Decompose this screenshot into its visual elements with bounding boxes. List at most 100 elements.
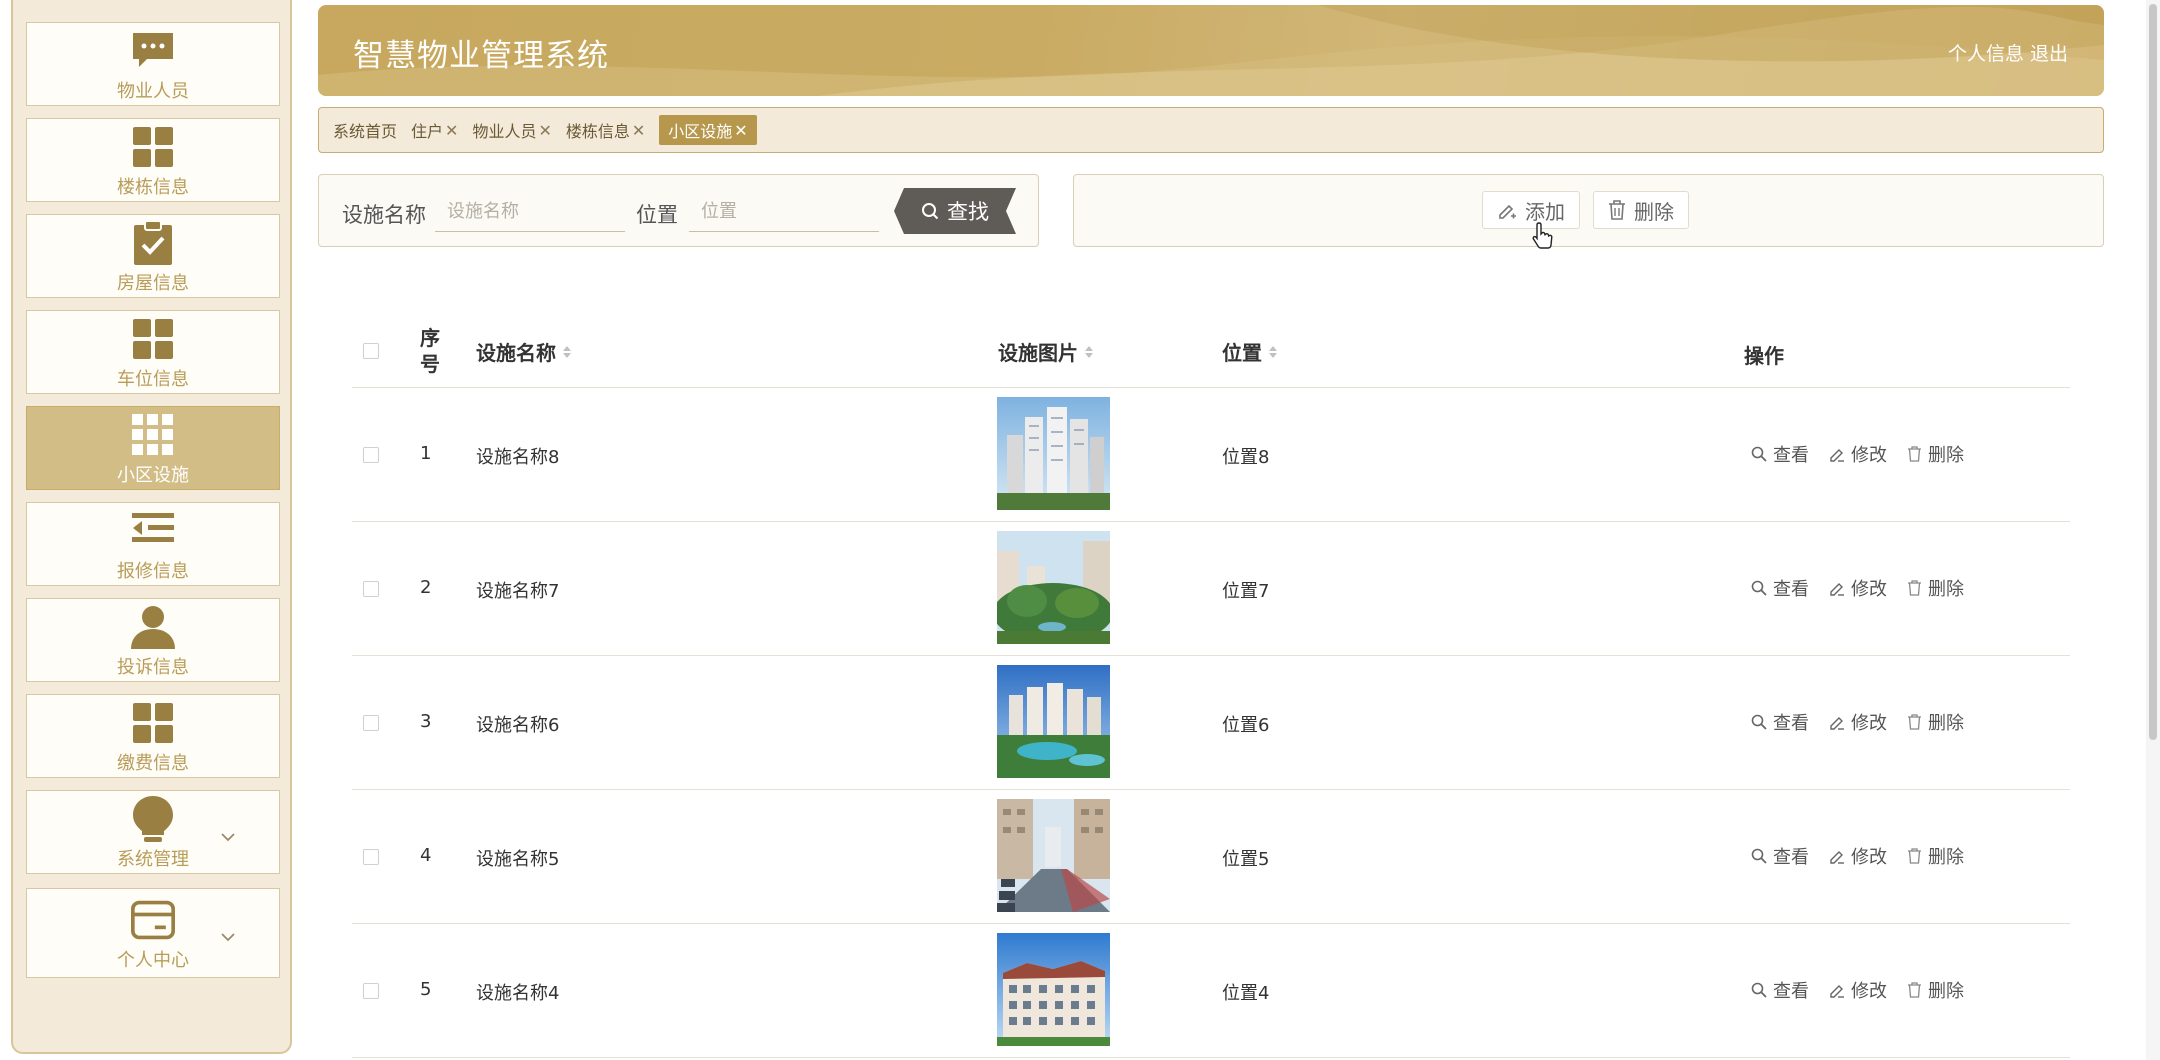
sidebar-item-parking[interactable]: 车位信息 — [26, 310, 280, 394]
trash-icon — [1908, 848, 1921, 864]
facility-image[interactable] — [997, 665, 1110, 778]
tab-label: 住户 — [411, 122, 444, 141]
page-scrollbar[interactable] — [2146, 0, 2160, 1060]
table-row: 5 设施名称4 位置4 查看 修改 删除 — [352, 924, 2070, 1058]
view-button[interactable]: 查看 — [1751, 843, 1809, 869]
sidebar: 物业人员 楼栋信息 房屋信息 车位信息 小区设施 报修信息 投诉信息 缴费信息 … — [11, 0, 292, 1054]
row-checkbox[interactable] — [363, 715, 379, 731]
sidebar-item-label: 系统管理 — [117, 849, 189, 870]
sidebar-item-facilities[interactable]: 小区设施 — [26, 406, 280, 490]
col-index-header: 序号 — [420, 326, 440, 376]
sidebar-item-label: 楼栋信息 — [117, 177, 189, 198]
row-location: 位置5 — [1222, 849, 1270, 870]
row-index: 1 — [420, 443, 432, 464]
tab-bar: 系统首页 住户 ✕ 物业人员 ✕ 楼栋信息 ✕ 小区设施 ✕ — [318, 107, 2104, 153]
row-checkbox[interactable] — [363, 849, 379, 865]
card-icon — [131, 898, 175, 942]
col-name-label: 设施名称 — [476, 341, 556, 365]
sidebar-item-system[interactable]: 系统管理 — [26, 790, 280, 874]
select-all-checkbox[interactable] — [363, 343, 379, 359]
tab-label: 小区设施 — [668, 122, 733, 141]
sidebar-item-buildings[interactable]: 楼栋信息 — [26, 118, 280, 202]
profile-link[interactable]: 个人信息 — [1948, 39, 2024, 66]
table-row: 1 设施名称8 位置8 查看 修改 删除 — [352, 388, 2070, 522]
view-button[interactable]: 查看 — [1751, 575, 1809, 601]
close-icon[interactable]: ✕ — [734, 121, 747, 140]
delete-row-button[interactable]: 删除 — [1907, 441, 1964, 467]
edit-label: 修改 — [1851, 847, 1887, 868]
edit-label: 修改 — [1851, 579, 1887, 600]
sidebar-item-staff[interactable]: 物业人员 — [26, 22, 280, 106]
row-checkbox[interactable] — [363, 581, 379, 597]
chat-icon — [131, 29, 175, 73]
delete-row-button[interactable]: 删除 — [1907, 709, 1964, 735]
row-facility-name: 设施名称6 — [476, 715, 560, 736]
close-icon[interactable]: ✕ — [632, 121, 645, 140]
row-checkbox[interactable] — [363, 447, 379, 463]
delete-row-button[interactable]: 删除 — [1907, 977, 1964, 1003]
col-image-header[interactable]: 设施图片 — [998, 337, 1094, 366]
search-button[interactable]: 查找 — [894, 188, 1016, 234]
facility-name-input[interactable] — [435, 192, 625, 232]
col-name-header[interactable]: 设施名称 — [476, 337, 572, 366]
close-icon[interactable]: ✕ — [538, 121, 551, 140]
logout-link[interactable]: 退出 — [2030, 39, 2068, 66]
chevron-down-icon — [221, 827, 235, 846]
edit-add-icon — [1499, 204, 1516, 219]
sidebar-item-complaints[interactable]: 投诉信息 — [26, 598, 280, 682]
scrollbar-thumb[interactable] — [2149, 4, 2157, 740]
edit-button[interactable]: 修改 — [1829, 709, 1887, 735]
sidebar-item-label: 缴费信息 — [117, 753, 189, 774]
tab-label: 物业人员 — [472, 122, 537, 141]
facility-name-label: 设施名称 — [342, 203, 426, 227]
sidebar-item-label: 物业人员 — [117, 81, 189, 102]
edit-button[interactable]: 修改 — [1829, 977, 1887, 1003]
view-button[interactable]: 查看 — [1751, 709, 1809, 735]
tab-home[interactable]: 系统首页 — [333, 115, 397, 145]
view-label: 查看 — [1773, 445, 1809, 466]
location-input[interactable] — [689, 192, 879, 232]
edit-button[interactable]: 修改 — [1829, 575, 1887, 601]
delete-row-button[interactable]: 删除 — [1907, 575, 1964, 601]
view-label: 查看 — [1773, 847, 1809, 868]
header-links: 个人信息 退出 — [1948, 39, 2068, 66]
tab-facilities[interactable]: 小区设施 ✕ — [659, 115, 757, 145]
row-index: 5 — [420, 979, 432, 1000]
sidebar-item-repairs[interactable]: 报修信息 — [26, 502, 280, 586]
add-button[interactable]: 添加 — [1482, 191, 1580, 229]
sidebar-item-profile[interactable]: 个人中心 — [26, 888, 280, 978]
col-location-header[interactable]: 位置 — [1222, 337, 1278, 366]
sidebar-item-payments[interactable]: 缴费信息 — [26, 694, 280, 778]
delete-row-button[interactable]: 删除 — [1907, 843, 1964, 869]
delete-button-label: 删除 — [1634, 199, 1674, 224]
row-facility-name: 设施名称8 — [476, 447, 560, 468]
sidebar-item-houses[interactable]: 房屋信息 — [26, 214, 280, 298]
sort-icon — [1268, 345, 1278, 359]
delete-button[interactable]: 删除 — [1593, 191, 1689, 229]
facility-table: 序号 设施名称 设施图片 位置 操作 1 设施名称8 位置8 查看 修改 删除 — [352, 313, 2070, 1058]
close-icon[interactable]: ✕ — [445, 121, 458, 140]
tab-staff[interactable]: 物业人员 ✕ — [472, 115, 551, 145]
edit-label: 修改 — [1851, 713, 1887, 734]
view-button[interactable]: 查看 — [1751, 977, 1809, 1003]
facility-image[interactable] — [997, 531, 1110, 644]
row-actions: 查看 修改 删除 — [1751, 441, 1964, 467]
edit-icon — [1830, 985, 1844, 998]
view-button[interactable]: 查看 — [1751, 441, 1809, 467]
app-header: 智慧物业管理系统 个人信息 退出 — [318, 5, 2104, 96]
tab-label: 系统首页 — [333, 122, 398, 141]
app-title: 智慧物业管理系统 — [353, 38, 609, 74]
row-location: 位置8 — [1222, 447, 1270, 468]
facility-image[interactable] — [997, 799, 1110, 912]
row-actions: 查看 修改 删除 — [1751, 843, 1964, 869]
tab-residents[interactable]: 住户 ✕ — [411, 115, 458, 145]
facility-image[interactable] — [997, 397, 1110, 510]
row-checkbox[interactable] — [363, 983, 379, 999]
view-label: 查看 — [1773, 579, 1809, 600]
tab-buildings[interactable]: 楼栋信息 ✕ — [566, 115, 645, 145]
sort-icon — [562, 345, 572, 359]
edit-button[interactable]: 修改 — [1829, 441, 1887, 467]
edit-button[interactable]: 修改 — [1829, 843, 1887, 869]
delete-label: 删除 — [1928, 579, 1964, 600]
facility-image[interactable] — [997, 933, 1110, 1046]
